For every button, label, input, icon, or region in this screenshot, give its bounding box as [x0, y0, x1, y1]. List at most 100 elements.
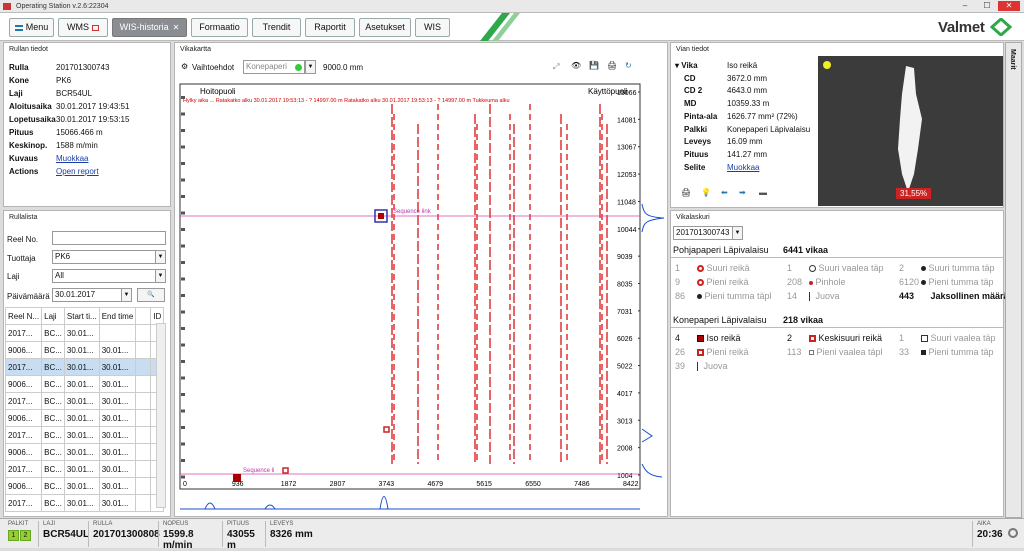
table-cell: 30.01...	[98, 477, 137, 495]
info-link[interactable]: Muokkaa	[56, 154, 88, 163]
eye-icon[interactable]: 👁	[571, 61, 581, 70]
left-ruler-mark	[181, 211, 185, 215]
defect-counter-item[interactable]: 4 Iso reikä	[675, 333, 741, 343]
defect-map[interactable]: Hoitopuoli KäyttöpuoliHylky aika ... Rata…	[175, 76, 667, 516]
table-row[interactable]: 2017... BC... 30.01... 30.01...	[4, 494, 165, 512]
table-row[interactable]: 2017... BC... 30.01... 30.01...	[4, 460, 165, 478]
tuottaja-select[interactable]: PK6	[52, 250, 156, 264]
tab-wis-historia[interactable]: WIS-historia ✕	[112, 18, 187, 37]
chevron-down-icon[interactable]: ▼	[732, 226, 743, 240]
status-pituus: PITUUS 43055 m	[222, 521, 264, 551]
close-icon[interactable]: ✕	[998, 1, 1020, 11]
lightbulb-icon[interactable]: 💡	[701, 188, 711, 197]
column-header[interactable]: Reel N...	[4, 307, 43, 325]
column-header[interactable]	[135, 307, 152, 325]
column-header[interactable]: ID	[150, 307, 165, 325]
table-row[interactable]: 2017... BC... 30.01... 30.01...	[4, 426, 165, 444]
tab-menu[interactable]: Menu	[9, 18, 54, 37]
ruler-icon[interactable]: ▬	[759, 188, 767, 197]
defect-marker[interactable]	[233, 474, 241, 482]
panel-title: Vian tiedot	[676, 46, 709, 53]
vaihtoehdot-button[interactable]: Vaihtoehdot	[192, 63, 234, 72]
table-row[interactable]: 9006... BC... 30.01... 30.01...	[4, 375, 165, 393]
zoom-icon[interactable]: ⤢	[553, 62, 559, 72]
defect-counter-item[interactable]: 86 Pieni tumma täpl	[675, 291, 772, 301]
valmet-logo: Valmet	[938, 19, 985, 36]
table-cell: 30.01...	[63, 494, 100, 512]
chevron-down-icon[interactable]: ▼	[305, 60, 316, 74]
tab-formaatio[interactable]: Formaatio	[191, 18, 248, 37]
defect-counter-item[interactable]: 26 Pieni reikä	[675, 347, 749, 357]
defect-counter-item[interactable]	[787, 361, 809, 371]
defect-counter-item[interactable]: 443 Jaksollinen määrä	[899, 291, 1009, 301]
print-icon[interactable]: 🖨	[681, 188, 691, 197]
table-cell: 9006...	[4, 341, 43, 359]
defect-marker[interactable]	[383, 426, 390, 433]
column-header[interactable]: End time	[98, 307, 137, 325]
defect-counter-item[interactable]: 1 Suuri vaalea täp	[787, 263, 884, 273]
plot-area[interactable]	[179, 83, 641, 490]
edit-link[interactable]: Muokkaa	[727, 163, 759, 172]
maximize-icon[interactable]: ☐	[976, 1, 998, 11]
defect-counter-item[interactable]: 9 Pieni reikä	[675, 277, 749, 287]
defect-counter-item[interactable]: 33 Pieni tumma täp	[899, 347, 994, 357]
defect-counter-item[interactable]: 208 Pinhole	[787, 277, 846, 287]
defect-counter-item[interactable]: 6120 Pieni tumma täp	[899, 277, 994, 287]
palkki-2-indicator[interactable]: 2	[20, 530, 31, 541]
defect-counter-item[interactable]: 113 Pieni vaalea täpl	[787, 347, 883, 357]
defect-marker[interactable]	[282, 467, 289, 474]
table-row[interactable]: 2017... BC... 30.01... 30.01...	[4, 358, 165, 376]
table-cell: BC...	[41, 460, 65, 478]
info-link[interactable]: Open report	[56, 167, 99, 176]
tab-asetukset[interactable]: Asetukset	[359, 18, 411, 37]
defect-marker[interactable]	[378, 213, 384, 219]
defect-counter-item[interactable]: 1 Suuri reikä	[675, 263, 750, 273]
reel-input[interactable]	[52, 231, 166, 245]
table-cell: BC...	[41, 409, 65, 427]
square-outline-red-icon	[809, 335, 816, 343]
tab-trendit[interactable]: Trendit	[252, 18, 301, 37]
print-icon[interactable]: 🖨	[607, 61, 617, 70]
reel-table-scrollbar[interactable]	[156, 323, 166, 508]
tab-wms[interactable]: WMS	[58, 18, 108, 37]
table-row[interactable]: 9006... BC... 30.01... 30.01...	[4, 477, 165, 495]
defect-key: MD	[684, 99, 697, 109]
save-icon[interactable]: 💾	[589, 61, 599, 70]
gear-icon[interactable]: ⚙	[181, 62, 188, 71]
column-header[interactable]: Laji	[41, 307, 65, 325]
vikalaskuri-reel-select[interactable]: 201701300743	[673, 226, 733, 240]
left-ruler-mark	[181, 459, 185, 462]
search-button[interactable]: 🔍	[137, 288, 165, 302]
tab-wis[interactable]: WIS	[415, 18, 450, 37]
chevron-down-icon[interactable]: ▼	[121, 288, 132, 302]
x-tick-label: 5615	[476, 481, 492, 488]
table-row[interactable]: 9006... BC... 30.01... 30.01...	[4, 341, 165, 359]
laji-select[interactable]: All	[52, 269, 156, 283]
arrow-right-icon[interactable]: ➡	[739, 188, 746, 197]
defect-counter-item[interactable]: 2 Suuri tumma täp	[899, 263, 995, 273]
table-row[interactable]: 9006... BC... 30.01... 30.01...	[4, 443, 165, 461]
defect-counter-item[interactable]: 2 Keskisuuri reikä	[787, 333, 882, 343]
arrow-left-icon[interactable]: ⬅	[721, 188, 728, 197]
table-header: Reel N... Laji Start ti... End time ID	[4, 307, 165, 325]
column-header[interactable]: Start ti...	[63, 307, 100, 325]
palkki-1-indicator[interactable]: 1	[8, 530, 19, 541]
minimize-icon[interactable]: –	[954, 1, 976, 11]
chevron-down-icon[interactable]: ▼	[155, 269, 166, 283]
defect-counter-item[interactable]: 14 Juova	[787, 291, 840, 302]
defect-value: 3672.0 mm	[727, 73, 768, 83]
table-row[interactable]: 2017... BC... 30.01...	[4, 324, 165, 342]
table-row[interactable]: 2017... BC... 30.01... 30.01...	[4, 392, 165, 410]
table-row[interactable]: 9006... BC... 30.01... 30.01...	[4, 409, 165, 427]
date-input[interactable]: 30.01.2017	[52, 288, 122, 302]
defect-counter-item[interactable]: 1 Suuri vaalea täp	[899, 333, 996, 343]
defect-counter-item[interactable]	[899, 361, 921, 371]
defect-counter-item[interactable]: 39 Juova	[675, 361, 728, 372]
sidebar-tab-maarit[interactable]: Maarit	[1005, 42, 1022, 518]
tab-close-icon[interactable]: ✕	[173, 23, 180, 32]
left-ruler-mark	[181, 162, 185, 165]
table-cell	[135, 460, 152, 478]
tab-raportit[interactable]: Raportit	[305, 18, 355, 37]
refresh-icon[interactable]: ↻	[625, 61, 632, 70]
chevron-down-icon[interactable]: ▼	[155, 250, 166, 264]
